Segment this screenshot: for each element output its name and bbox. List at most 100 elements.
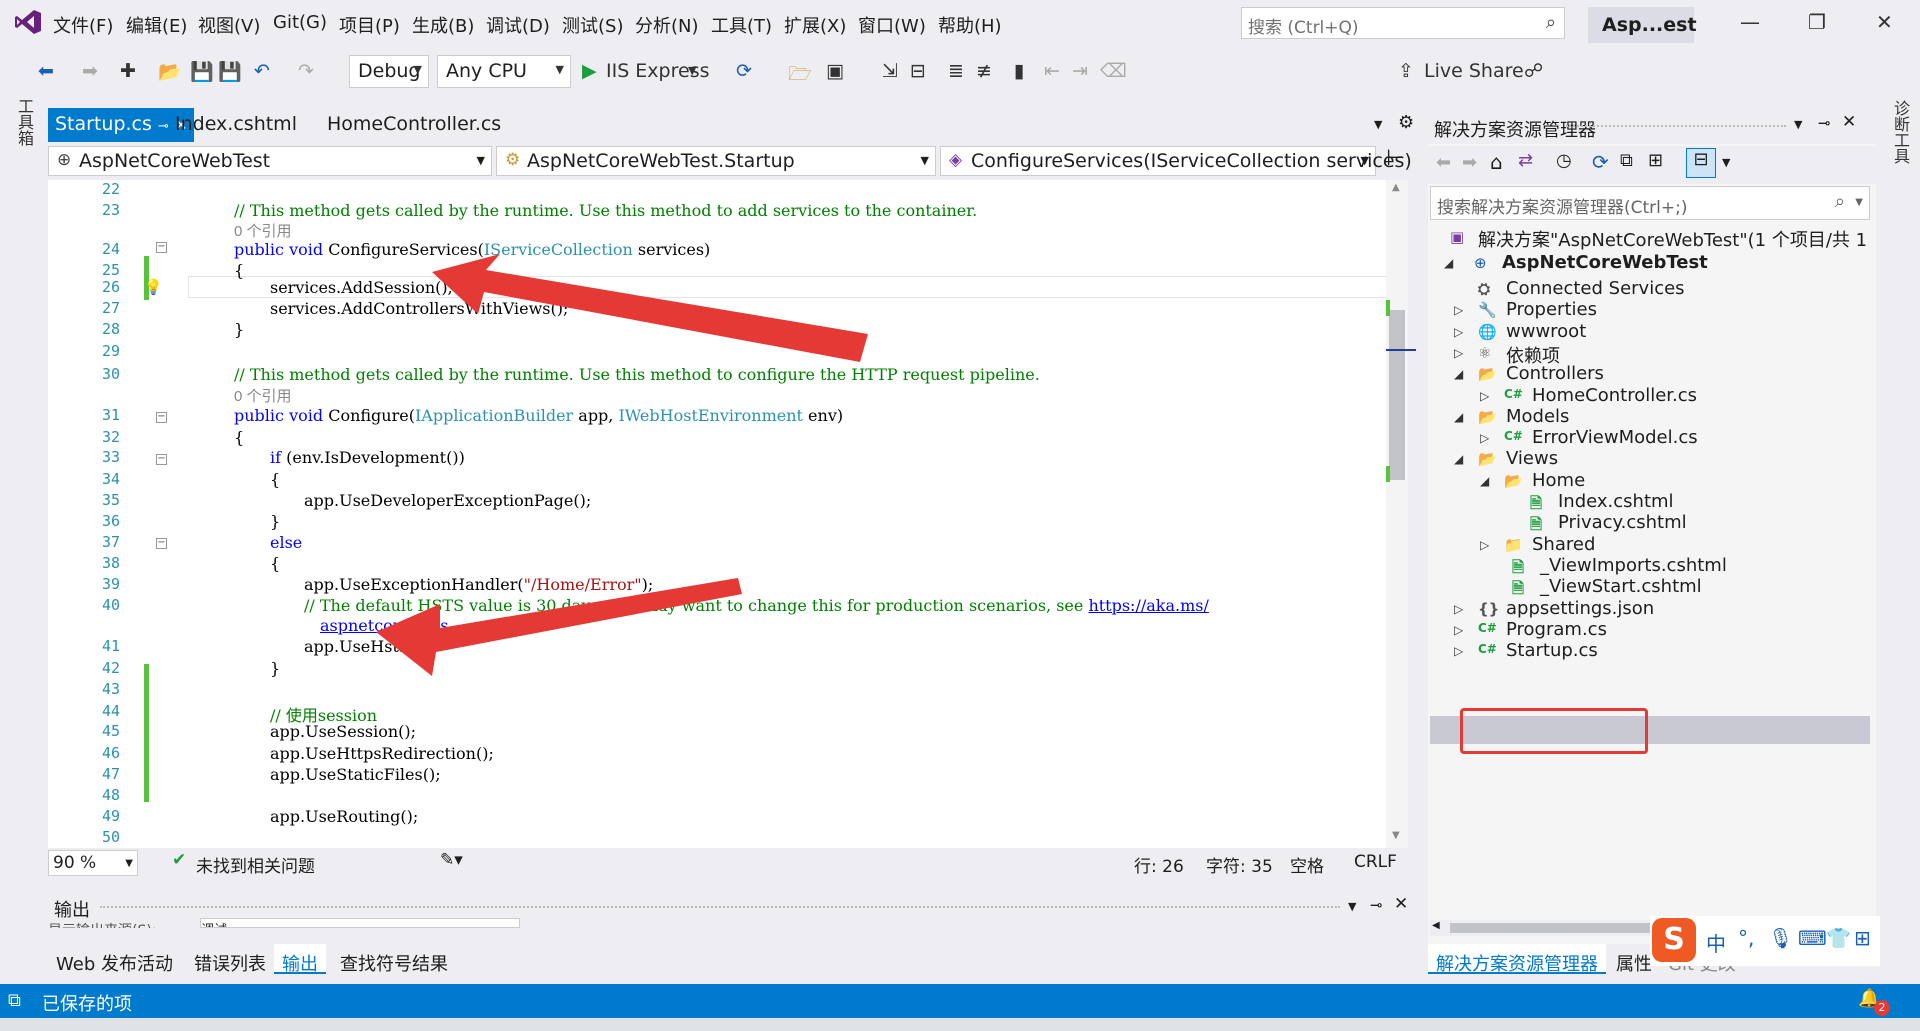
- platform-select[interactable]: Any CPU ▼: [437, 55, 571, 88]
- layout-icon[interactable]: ⊟: [910, 60, 926, 82]
- eol-indicator[interactable]: CRLF: [1354, 852, 1397, 872]
- tree-item[interactable]: wwwroot: [1506, 321, 1586, 342]
- menu-extensions[interactable]: 扩展(X): [784, 12, 846, 38]
- line-indicator[interactable]: 行: 26: [1134, 852, 1184, 877]
- collapse-all-icon[interactable]: ⧉: [1620, 150, 1633, 171]
- tree-item[interactable]: appsettings.json: [1506, 598, 1654, 619]
- uncomment-icon[interactable]: ≢: [976, 60, 992, 82]
- tree-item[interactable]: Shared: [1532, 534, 1595, 555]
- collapsed-icon[interactable]: ▷: [1454, 303, 1463, 317]
- ime-toolbox-icon[interactable]: ⊞: [1854, 926, 1871, 950]
- tree-item[interactable]: _ViewImports.cshtml: [1540, 555, 1727, 576]
- tab-error-list[interactable]: 错误列表: [194, 950, 266, 976]
- tab-find-symbol[interactable]: 查找符号结果: [340, 950, 448, 976]
- menu-help[interactable]: 帮助(H): [938, 12, 1002, 38]
- close-window-icon[interactable]: ✕: [1876, 10, 1893, 34]
- collapsed-icon[interactable]: ▷: [1454, 623, 1463, 637]
- tree-item[interactable]: Controllers: [1506, 363, 1604, 384]
- tab-properties[interactable]: 属性: [1616, 950, 1652, 976]
- undo-icon[interactable]: ↶: [254, 60, 270, 82]
- restore-icon[interactable]: ❐: [1808, 10, 1826, 34]
- next-bookmark-icon[interactable]: ⇥: [1072, 60, 1088, 82]
- home-icon[interactable]: ⌂: [1490, 150, 1503, 174]
- code-editor[interactable]: 22 23 24 25 26 27 28 29 30 31 32 33 34 35 36 37 38 39 40 41…: [48, 180, 1400, 848]
- tree-item[interactable]: Connected Services: [1506, 278, 1685, 299]
- tree-item[interactable]: Home: [1532, 470, 1585, 491]
- find-in-files-icon[interactable]: 🗁: [788, 60, 812, 92]
- panel-grip[interactable]: [100, 906, 1340, 910]
- menu-test[interactable]: 测试(S): [562, 12, 623, 38]
- brush-icon[interactable]: ✎▾: [440, 850, 463, 870]
- tree-item[interactable]: Startup.cs: [1506, 640, 1598, 661]
- forward-icon[interactable]: ➡: [1462, 152, 1477, 173]
- menu-analyze[interactable]: 分析(N): [635, 12, 699, 38]
- configuration-select[interactable]: Debug ▼: [349, 55, 429, 88]
- solution-search-input[interactable]: 搜索解决方案资源管理器(Ctrl+;) ⌕ ▼: [1430, 186, 1870, 220]
- tree-solution[interactable]: 解决方案"AspNetCoreWebTest"(1 个项目/共 1: [1478, 226, 1867, 252]
- collapsed-icon[interactable]: ▷: [1480, 389, 1489, 403]
- menu-view[interactable]: 视图(V): [198, 12, 260, 38]
- tree-item[interactable]: Privacy.cshtml: [1558, 512, 1687, 533]
- properties-view-icon[interactable]: ⊟: [1686, 148, 1716, 178]
- minimize-icon[interactable]: —: [1740, 10, 1760, 34]
- expanded-icon[interactable]: ◢: [1454, 452, 1463, 466]
- prev-bookmark-icon[interactable]: ⇤: [1044, 60, 1060, 82]
- settings-icon[interactable]: ⚙: [1398, 112, 1414, 133]
- pin-icon[interactable]: ⊸: [1370, 896, 1383, 914]
- redo-icon[interactable]: ↷: [298, 60, 314, 82]
- ime-skin-icon[interactable]: 👕: [1826, 926, 1851, 950]
- editor-vertical-scrollbar[interactable]: ▲ ▼: [1386, 180, 1416, 848]
- collapsed-icon[interactable]: ▷: [1454, 602, 1463, 616]
- tab-output[interactable]: 输出: [274, 944, 326, 975]
- live-share-icon[interactable]: ⇪: [1398, 60, 1414, 82]
- clear-bookmarks-icon[interactable]: ⌫: [1100, 60, 1127, 82]
- sync-icon[interactable]: ⟳: [1592, 150, 1609, 174]
- tree-item[interactable]: HomeController.cs: [1532, 385, 1697, 406]
- history-icon[interactable]: ◷: [1556, 150, 1572, 171]
- open-folder-icon[interactable]: 📂: [158, 60, 182, 83]
- scroll-up-icon[interactable]: ▲: [1392, 182, 1400, 193]
- ime-keyboard-icon[interactable]: ⌨: [1798, 926, 1827, 950]
- new-project-icon[interactable]: ✚: [120, 60, 136, 82]
- close-panel-icon[interactable]: ✕: [1842, 112, 1856, 132]
- member-dropdown[interactable]: ◈ ConfigureServices(IServiceCollection se…: [940, 146, 1412, 176]
- indent-indicator[interactable]: 空格: [1290, 852, 1324, 877]
- expanded-icon[interactable]: ◢: [1454, 367, 1463, 381]
- menu-git[interactable]: Git(G): [273, 12, 327, 33]
- diagnostic-tools-tab[interactable]: 诊断工具: [1888, 100, 1912, 164]
- chevron-down-icon[interactable]: ▼: [1794, 118, 1802, 131]
- collapsed-icon[interactable]: ▷: [1480, 431, 1489, 445]
- tree-project[interactable]: AspNetCoreWebTest: [1502, 252, 1708, 273]
- char-indicator[interactable]: 字符: 35: [1206, 852, 1273, 877]
- back-icon[interactable]: ⬅: [1436, 152, 1451, 173]
- solution-name-badge[interactable]: Asp...est: [1588, 7, 1697, 43]
- toolbox-tab[interactable]: 工具箱: [12, 98, 36, 146]
- ime-logo-icon[interactable]: S: [1652, 918, 1696, 962]
- comment-icon[interactable]: ≣: [948, 60, 964, 82]
- ime-voice-icon[interactable]: 🎙: [1768, 926, 1793, 950]
- step-icon[interactable]: ⇲: [882, 60, 898, 82]
- forward-icon[interactable]: ➡: [82, 60, 98, 82]
- back-icon[interactable]: ⬅: [38, 60, 54, 82]
- refresh-icon[interactable]: ⟳: [736, 60, 752, 82]
- tab-web-publish[interactable]: Web 发布活动: [56, 950, 173, 976]
- menu-edit[interactable]: 编辑(E): [126, 12, 187, 38]
- tree-item[interactable]: Models: [1506, 406, 1569, 427]
- class-dropdown[interactable]: ⚙ AspNetCoreWebTest.Startup ▼: [496, 146, 936, 176]
- expanded-icon[interactable]: ◢: [1444, 256, 1453, 270]
- expanded-icon[interactable]: ◢: [1454, 410, 1463, 424]
- zoom-select[interactable]: 90 % ▼: [48, 850, 138, 876]
- collapsed-icon[interactable]: ▷: [1454, 644, 1463, 658]
- start-debug-icon[interactable]: ▶: [582, 60, 597, 82]
- live-share-button[interactable]: Live Share: [1424, 60, 1524, 82]
- menu-tools[interactable]: 工具(T): [711, 12, 772, 38]
- scroll-thumb[interactable]: [1389, 310, 1405, 480]
- chevron-down-icon[interactable]: ▼: [688, 64, 696, 77]
- switch-views-icon[interactable]: ⇄: [1518, 150, 1533, 171]
- tree-item[interactable]: Views: [1506, 448, 1558, 469]
- menu-project[interactable]: 项目(P): [339, 12, 400, 38]
- menu-debug[interactable]: 调试(D): [486, 12, 550, 38]
- bookmark-icon[interactable]: ▮: [1014, 60, 1024, 82]
- collapsed-icon[interactable]: ▷: [1480, 538, 1489, 552]
- collapsed-icon[interactable]: ▷: [1454, 325, 1463, 339]
